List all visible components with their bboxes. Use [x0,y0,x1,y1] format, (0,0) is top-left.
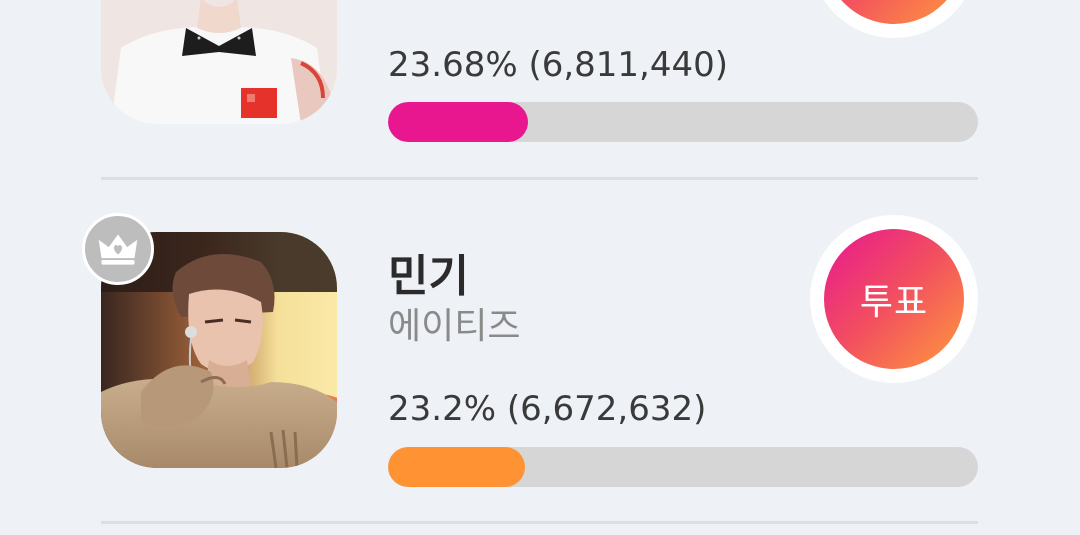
vote-progress-track [388,447,978,487]
crown-icon [82,213,154,285]
vote-progress-fill [388,447,525,487]
vote-stat: 23.68% (6,811,440) [388,45,729,85]
candidate-group: 에이티즈 [388,306,521,347]
vote-stat: 23.2% (6,672,632) [388,389,707,429]
vote-progress-track [388,102,978,142]
list-divider [101,521,978,524]
vote-button[interactable]: 투표 [824,229,964,369]
candidate-name: 민기 [388,251,469,302]
vote-button-ring: 투표 [810,215,978,383]
candidate-photo-image [101,0,337,124]
vote-progress-fill [388,102,528,142]
list-divider [101,177,978,180]
candidate-photo[interactable] [101,0,337,124]
vote-ranking-page: 투표 23.68% (6,811,440) [0,0,1080,535]
vote-button-ring: 투표 [810,0,978,38]
vote-button[interactable]: 투표 [824,0,964,24]
